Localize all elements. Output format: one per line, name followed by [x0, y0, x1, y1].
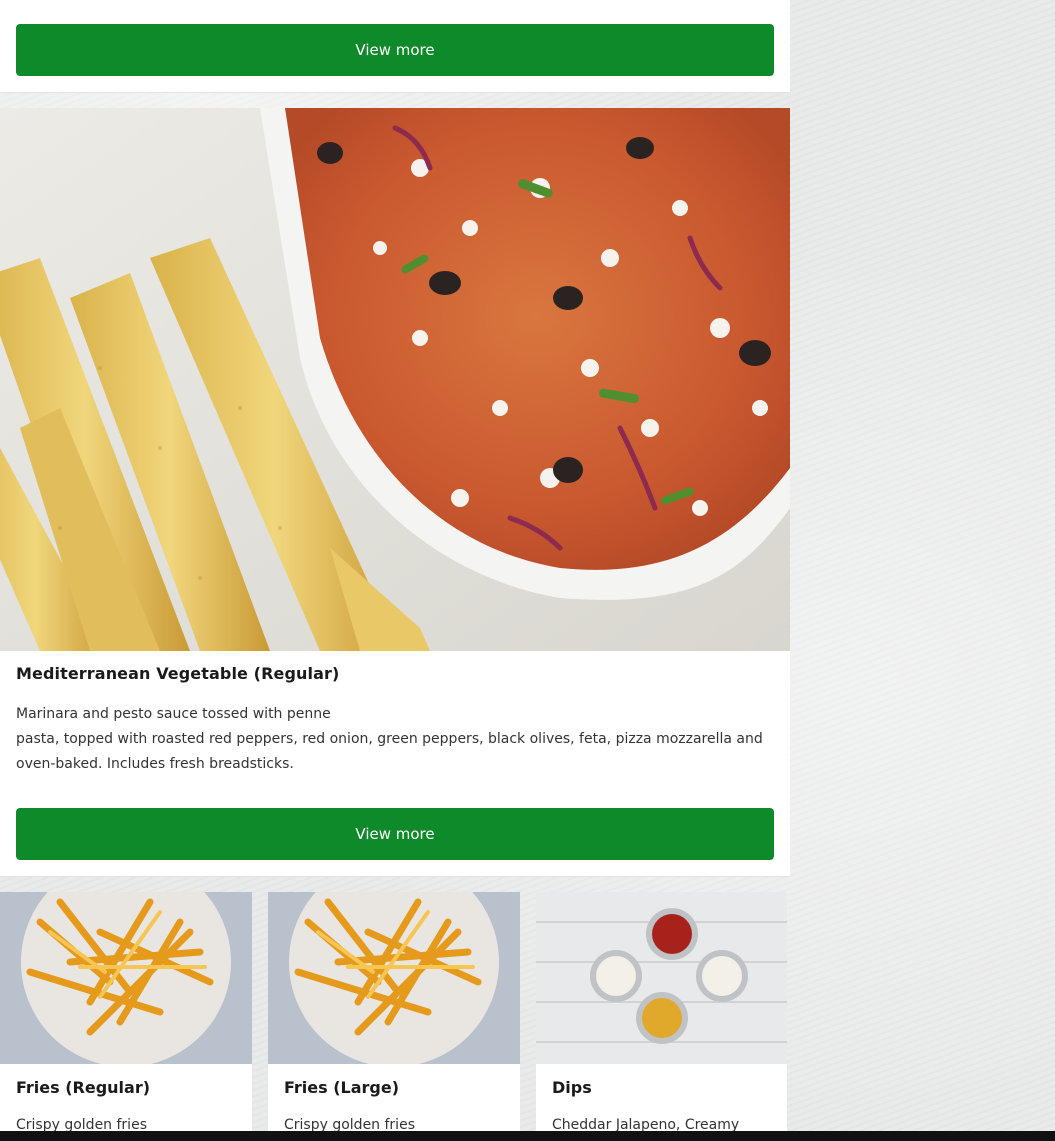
item-title: Fries (Regular): [16, 1078, 151, 1097]
bottom-bar: [0, 1131, 1055, 1141]
dips-image: [536, 892, 787, 1064]
product-image: [0, 108, 790, 651]
fries-image: [268, 892, 520, 1064]
fries-image: [0, 892, 252, 1064]
menu-card-dips[interactable]: Dips Cheddar Jalapeno, Creamy: [536, 892, 787, 1141]
menu-column: View more Mediterranean Vegetable (Regul…: [0, 0, 790, 1141]
item-title: Dips: [552, 1078, 592, 1097]
menu-card-fries-large[interactable]: Fries (Large) Crispy golden fries: [268, 892, 520, 1141]
menu-card-fries-regular[interactable]: Fries (Regular) Crispy golden fries: [0, 892, 252, 1141]
menu-card-mediterranean[interactable]: Mediterranean Vegetable (Regular) Marina…: [0, 108, 790, 877]
description-line-2: pasta, topped with roasted red peppers, …: [16, 731, 763, 772]
menu-card-previous: View more: [0, 0, 790, 93]
product-title: Mediterranean Vegetable (Regular): [16, 664, 340, 683]
product-description: Marinara and pesto sauce tossed with pen…: [16, 702, 776, 777]
description-line-1: Marinara and pesto sauce tossed with pen…: [16, 706, 331, 722]
item-title: Fries (Large): [284, 1078, 400, 1097]
view-more-button[interactable]: View more: [16, 24, 774, 76]
view-more-button[interactable]: View more: [16, 808, 774, 860]
